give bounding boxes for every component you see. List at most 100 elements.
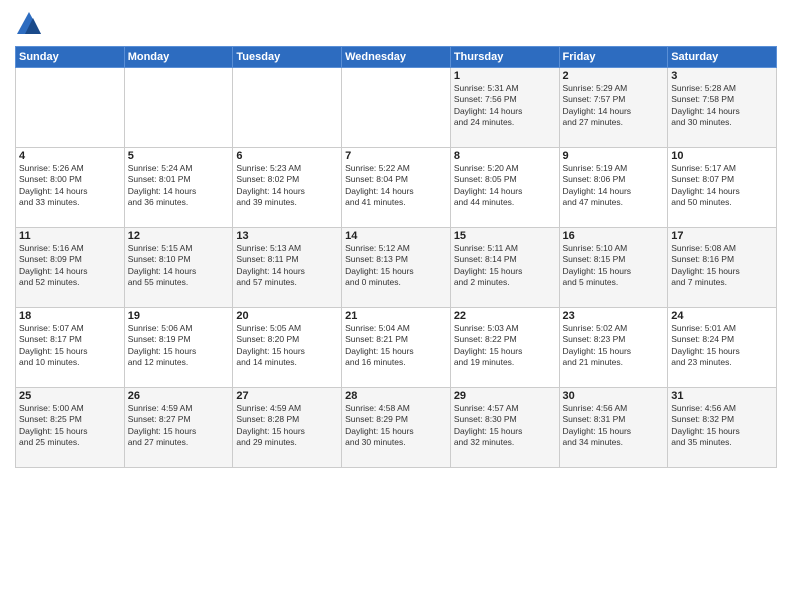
day-info: Sunrise: 5:11 AMSunset: 8:14 PMDaylight:… <box>454 243 556 289</box>
logo <box>15 10 47 38</box>
header-row: SundayMondayTuesdayWednesdayThursdayFrid… <box>16 47 777 68</box>
calendar-cell: 24Sunrise: 5:01 AMSunset: 8:24 PMDayligh… <box>668 308 777 388</box>
day-info: Sunrise: 5:07 AMSunset: 8:17 PMDaylight:… <box>19 323 121 369</box>
day-number: 29 <box>454 390 556 402</box>
day-number: 2 <box>563 70 665 82</box>
header-day-tuesday: Tuesday <box>233 47 342 68</box>
week-row-1: 1Sunrise: 5:31 AMSunset: 7:56 PMDaylight… <box>16 68 777 148</box>
day-info: Sunrise: 5:04 AMSunset: 8:21 PMDaylight:… <box>345 323 447 369</box>
week-row-5: 25Sunrise: 5:00 AMSunset: 8:25 PMDayligh… <box>16 388 777 468</box>
day-info: Sunrise: 5:06 AMSunset: 8:19 PMDaylight:… <box>128 323 230 369</box>
day-info: Sunrise: 5:31 AMSunset: 7:56 PMDaylight:… <box>454 83 556 129</box>
day-number: 25 <box>19 390 121 402</box>
week-row-3: 11Sunrise: 5:16 AMSunset: 8:09 PMDayligh… <box>16 228 777 308</box>
calendar-cell: 16Sunrise: 5:10 AMSunset: 8:15 PMDayligh… <box>559 228 668 308</box>
day-info: Sunrise: 5:05 AMSunset: 8:20 PMDaylight:… <box>236 323 338 369</box>
calendar-cell: 26Sunrise: 4:59 AMSunset: 8:27 PMDayligh… <box>124 388 233 468</box>
calendar-cell: 22Sunrise: 5:03 AMSunset: 8:22 PMDayligh… <box>450 308 559 388</box>
day-number: 11 <box>19 230 121 242</box>
day-info: Sunrise: 4:59 AMSunset: 8:28 PMDaylight:… <box>236 403 338 449</box>
calendar-cell: 27Sunrise: 4:59 AMSunset: 8:28 PMDayligh… <box>233 388 342 468</box>
calendar-cell: 2Sunrise: 5:29 AMSunset: 7:57 PMDaylight… <box>559 68 668 148</box>
day-number: 14 <box>345 230 447 242</box>
day-number: 6 <box>236 150 338 162</box>
day-number: 15 <box>454 230 556 242</box>
calendar-header: SundayMondayTuesdayWednesdayThursdayFrid… <box>16 47 777 68</box>
day-number: 30 <box>563 390 665 402</box>
calendar-cell: 25Sunrise: 5:00 AMSunset: 8:25 PMDayligh… <box>16 388 125 468</box>
calendar-cell: 4Sunrise: 5:26 AMSunset: 8:00 PMDaylight… <box>16 148 125 228</box>
day-info: Sunrise: 5:01 AMSunset: 8:24 PMDaylight:… <box>671 323 773 369</box>
day-info: Sunrise: 4:56 AMSunset: 8:32 PMDaylight:… <box>671 403 773 449</box>
day-number: 19 <box>128 310 230 322</box>
day-info: Sunrise: 5:13 AMSunset: 8:11 PMDaylight:… <box>236 243 338 289</box>
day-number: 23 <box>563 310 665 322</box>
calendar-cell: 23Sunrise: 5:02 AMSunset: 8:23 PMDayligh… <box>559 308 668 388</box>
calendar-cell: 12Sunrise: 5:15 AMSunset: 8:10 PMDayligh… <box>124 228 233 308</box>
day-number: 13 <box>236 230 338 242</box>
header <box>15 10 777 38</box>
day-number: 12 <box>128 230 230 242</box>
day-number: 9 <box>563 150 665 162</box>
day-info: Sunrise: 5:10 AMSunset: 8:15 PMDaylight:… <box>563 243 665 289</box>
day-number: 4 <box>19 150 121 162</box>
calendar-cell: 8Sunrise: 5:20 AMSunset: 8:05 PMDaylight… <box>450 148 559 228</box>
day-number: 21 <box>345 310 447 322</box>
calendar-cell <box>342 68 451 148</box>
week-row-4: 18Sunrise: 5:07 AMSunset: 8:17 PMDayligh… <box>16 308 777 388</box>
day-number: 16 <box>563 230 665 242</box>
header-day-friday: Friday <box>559 47 668 68</box>
calendar-cell: 3Sunrise: 5:28 AMSunset: 7:58 PMDaylight… <box>668 68 777 148</box>
calendar-cell: 9Sunrise: 5:19 AMSunset: 8:06 PMDaylight… <box>559 148 668 228</box>
day-number: 18 <box>19 310 121 322</box>
day-number: 17 <box>671 230 773 242</box>
calendar-cell: 11Sunrise: 5:16 AMSunset: 8:09 PMDayligh… <box>16 228 125 308</box>
calendar-cell: 14Sunrise: 5:12 AMSunset: 8:13 PMDayligh… <box>342 228 451 308</box>
calendar-body: 1Sunrise: 5:31 AMSunset: 7:56 PMDaylight… <box>16 68 777 468</box>
calendar-cell: 20Sunrise: 5:05 AMSunset: 8:20 PMDayligh… <box>233 308 342 388</box>
header-day-thursday: Thursday <box>450 47 559 68</box>
calendar-cell: 17Sunrise: 5:08 AMSunset: 8:16 PMDayligh… <box>668 228 777 308</box>
day-number: 26 <box>128 390 230 402</box>
day-number: 10 <box>671 150 773 162</box>
header-day-saturday: Saturday <box>668 47 777 68</box>
day-info: Sunrise: 5:24 AMSunset: 8:01 PMDaylight:… <box>128 163 230 209</box>
calendar-cell <box>233 68 342 148</box>
calendar-cell: 15Sunrise: 5:11 AMSunset: 8:14 PMDayligh… <box>450 228 559 308</box>
day-info: Sunrise: 5:16 AMSunset: 8:09 PMDaylight:… <box>19 243 121 289</box>
calendar-cell: 28Sunrise: 4:58 AMSunset: 8:29 PMDayligh… <box>342 388 451 468</box>
day-number: 31 <box>671 390 773 402</box>
day-info: Sunrise: 5:02 AMSunset: 8:23 PMDaylight:… <box>563 323 665 369</box>
day-info: Sunrise: 5:00 AMSunset: 8:25 PMDaylight:… <box>19 403 121 449</box>
day-info: Sunrise: 5:03 AMSunset: 8:22 PMDaylight:… <box>454 323 556 369</box>
day-info: Sunrise: 5:23 AMSunset: 8:02 PMDaylight:… <box>236 163 338 209</box>
calendar-cell: 10Sunrise: 5:17 AMSunset: 8:07 PMDayligh… <box>668 148 777 228</box>
page: SundayMondayTuesdayWednesdayThursdayFrid… <box>0 0 792 612</box>
calendar-cell: 13Sunrise: 5:13 AMSunset: 8:11 PMDayligh… <box>233 228 342 308</box>
day-info: Sunrise: 5:29 AMSunset: 7:57 PMDaylight:… <box>563 83 665 129</box>
header-day-wednesday: Wednesday <box>342 47 451 68</box>
day-number: 20 <box>236 310 338 322</box>
header-day-monday: Monday <box>124 47 233 68</box>
day-info: Sunrise: 5:12 AMSunset: 8:13 PMDaylight:… <box>345 243 447 289</box>
calendar-cell: 5Sunrise: 5:24 AMSunset: 8:01 PMDaylight… <box>124 148 233 228</box>
calendar-table: SundayMondayTuesdayWednesdayThursdayFrid… <box>15 46 777 468</box>
logo-icon <box>15 10 43 38</box>
calendar-cell: 31Sunrise: 4:56 AMSunset: 8:32 PMDayligh… <box>668 388 777 468</box>
week-row-2: 4Sunrise: 5:26 AMSunset: 8:00 PMDaylight… <box>16 148 777 228</box>
day-info: Sunrise: 5:15 AMSunset: 8:10 PMDaylight:… <box>128 243 230 289</box>
day-number: 3 <box>671 70 773 82</box>
calendar-cell: 29Sunrise: 4:57 AMSunset: 8:30 PMDayligh… <box>450 388 559 468</box>
day-info: Sunrise: 4:58 AMSunset: 8:29 PMDaylight:… <box>345 403 447 449</box>
day-info: Sunrise: 5:26 AMSunset: 8:00 PMDaylight:… <box>19 163 121 209</box>
calendar-cell: 19Sunrise: 5:06 AMSunset: 8:19 PMDayligh… <box>124 308 233 388</box>
calendar-cell: 30Sunrise: 4:56 AMSunset: 8:31 PMDayligh… <box>559 388 668 468</box>
day-info: Sunrise: 4:57 AMSunset: 8:30 PMDaylight:… <box>454 403 556 449</box>
calendar-cell <box>16 68 125 148</box>
day-number: 27 <box>236 390 338 402</box>
day-info: Sunrise: 5:28 AMSunset: 7:58 PMDaylight:… <box>671 83 773 129</box>
day-number: 22 <box>454 310 556 322</box>
calendar-cell: 1Sunrise: 5:31 AMSunset: 7:56 PMDaylight… <box>450 68 559 148</box>
day-info: Sunrise: 5:19 AMSunset: 8:06 PMDaylight:… <box>563 163 665 209</box>
calendar-cell: 6Sunrise: 5:23 AMSunset: 8:02 PMDaylight… <box>233 148 342 228</box>
